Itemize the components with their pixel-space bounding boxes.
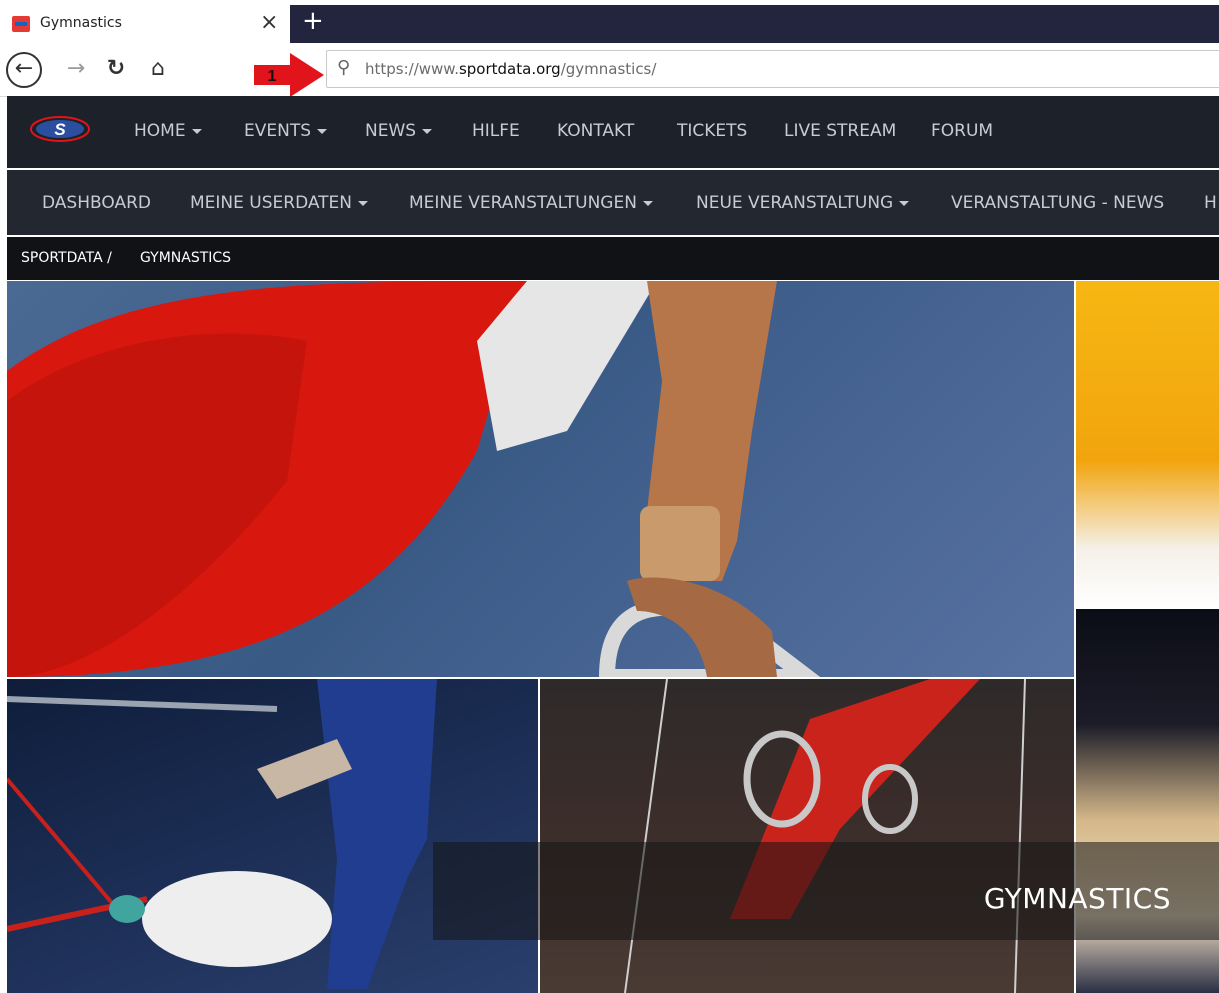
subnav-dashboard[interactable]: DASHBOARD xyxy=(42,193,151,213)
nav-tickets[interactable]: TICKETS xyxy=(677,121,747,141)
subnav-neue-veranstaltung-label: NEUE VERANSTALTUNG xyxy=(696,193,894,213)
nav-hilfe[interactable]: HILFE xyxy=(472,121,520,141)
nav-news-label: NEWS xyxy=(365,121,417,141)
site-sub-nav: DASHBOARD MEINE USERDATEN MEINE VERANSTA… xyxy=(7,170,1219,235)
subnav-meine-userdaten-label: MEINE USERDATEN xyxy=(190,193,353,213)
annotation-number: 1 xyxy=(268,68,277,85)
chevron-down-icon xyxy=(899,200,910,206)
rings-gymnast-image xyxy=(540,679,1074,993)
subnav-meine-userdaten[interactable]: MEINE USERDATEN xyxy=(190,193,369,213)
gymnast-yellow-background-image xyxy=(1076,281,1219,607)
pommel-horse-art xyxy=(7,679,437,989)
url-text[interactable]: https://www.sportdata.org/gymnastics/ xyxy=(365,60,656,78)
breadcrumb: SPORTDATA / GYMNASTICS xyxy=(7,237,1219,280)
nav-home[interactable]: HOME xyxy=(134,121,202,141)
search-icon: ⚲ xyxy=(337,57,351,78)
address-bar[interactable]: ⚲ https://www.sportdata.org/gymnastics/ xyxy=(326,50,1219,88)
hero-image-art xyxy=(7,281,821,677)
tab-strip-background xyxy=(290,5,1219,43)
new-tab-button[interactable]: + xyxy=(302,6,324,36)
hero-caption-overlay: GYMNASTICS xyxy=(433,842,1219,940)
rings-gymnast-art xyxy=(624,679,1026,993)
home-button[interactable]: ⌂ xyxy=(140,51,176,87)
svg-text:S: S xyxy=(54,120,66,139)
chevron-down-icon xyxy=(317,128,328,134)
nav-live-stream[interactable]: LIVE STREAM xyxy=(784,121,896,141)
chevron-down-icon xyxy=(358,200,369,206)
back-button[interactable]: ← xyxy=(6,52,42,88)
chevron-down-icon xyxy=(191,128,202,134)
nav-home-label: HOME xyxy=(134,121,186,141)
subnav-neue-veranstaltung[interactable]: NEUE VERANSTALTUNG xyxy=(696,193,910,213)
nav-events-label: EVENTS xyxy=(244,121,312,141)
browser-toolbar: ← → ↻ ⌂ 1 ⚲ https://www.sportdata.org/gy… xyxy=(0,43,1219,97)
nav-kontakt[interactable]: KONTAKT xyxy=(557,121,634,141)
nav-news[interactable]: NEWS xyxy=(365,121,433,141)
site-main-nav: S HOME EVENTS NEWS HILFE KONTAKT TICKETS… xyxy=(7,96,1219,168)
chevron-down-icon xyxy=(642,200,653,206)
subnav-truncated-item[interactable]: H xyxy=(1204,193,1217,213)
subnav-meine-veranstaltungen[interactable]: MEINE VERANSTALTUNGEN xyxy=(409,193,653,213)
browser-tab[interactable]: Gymnastics × xyxy=(0,5,290,43)
browser-tab-bar: Gymnastics × + xyxy=(0,0,1219,43)
forward-button[interactable]: → xyxy=(58,51,94,87)
url-prefix: https://www. xyxy=(365,60,459,78)
hero-image-rings-gymnast xyxy=(7,281,1074,677)
breadcrumb-root[interactable]: SPORTDATA / xyxy=(21,250,112,266)
sportdata-logo[interactable]: S xyxy=(29,114,91,144)
pommel-horse-chalk-image xyxy=(7,679,538,993)
nav-forum[interactable]: FORUM xyxy=(931,121,993,141)
subnav-veranstaltung-news[interactable]: VERANSTALTUNG - NEWS xyxy=(951,193,1164,213)
url-domain: sportdata.org xyxy=(458,60,561,78)
reload-button[interactable]: ↻ xyxy=(98,51,134,87)
annotation-arrow-marker: 1 xyxy=(254,53,324,97)
tab-title: Gymnastics xyxy=(40,15,122,31)
subnav-meine-veranstaltungen-label: MEINE VERANSTALTUNGEN xyxy=(409,193,637,213)
breadcrumb-current[interactable]: GYMNASTICS xyxy=(140,250,231,266)
chevron-down-icon xyxy=(422,128,433,134)
sportdata-favicon-icon xyxy=(12,16,30,32)
close-tab-icon[interactable]: × xyxy=(260,10,278,36)
hero-caption-title: GYMNASTICS xyxy=(983,882,1171,915)
nav-events[interactable]: EVENTS xyxy=(244,121,328,141)
url-path: /gymnastics/ xyxy=(560,60,657,78)
